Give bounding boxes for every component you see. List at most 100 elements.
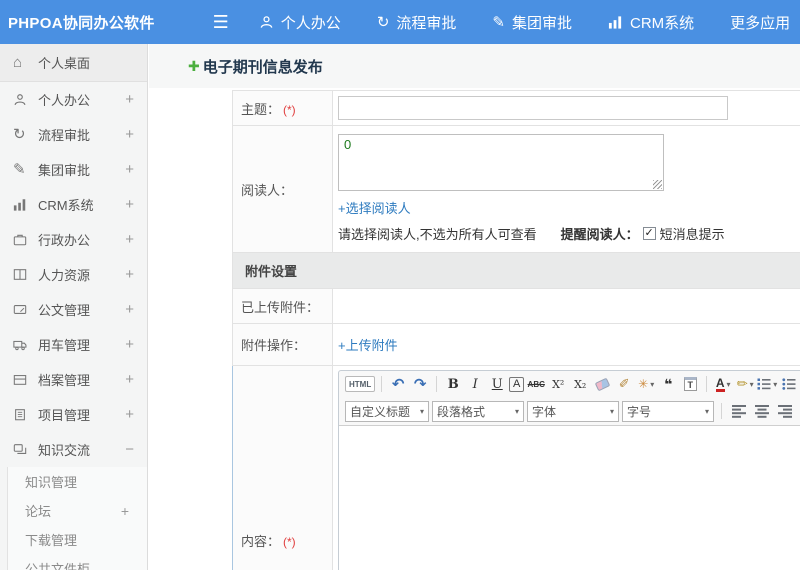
caret-down-icon: ▾ [704, 406, 709, 416]
resize-grip-icon[interactable] [653, 180, 662, 189]
sidebar: ⌂ 个人桌面 个人办公 + ↻ 流程审批 + ✎ 集团审批 + CRM系统 + … [0, 44, 148, 570]
unordered-list-button[interactable] [779, 374, 799, 394]
toolbar-separator [381, 376, 383, 392]
highlighter-icon: ✏ [736, 376, 748, 391]
expand-toggle[interactable]: + [121, 503, 129, 519]
subject-row: 主题： (*) [232, 90, 800, 126]
subject-label: 主题： [241, 101, 281, 117]
align-left-button[interactable] [729, 401, 749, 421]
sms-checkbox[interactable]: ✓ [642, 227, 656, 240]
italic-button[interactable]: I [465, 374, 485, 394]
readers-textarea[interactable]: 0 [338, 134, 664, 191]
main-content: ✚ 电子期刊信息发布 主题： (*) 阅读人： 0 +选择阅读人 请选择阅读人,… [149, 44, 800, 570]
blockquote-button[interactable]: ❝ [658, 374, 678, 394]
sidebar-item-project-mgmt[interactable]: 项目管理 + [0, 397, 147, 432]
expand-toggle[interactable]: + [125, 371, 134, 388]
magic-wand-icon: ✳ [638, 377, 649, 391]
readers-label: 阅读人： [241, 182, 294, 198]
nav-item-label: 个人办公 [280, 14, 341, 32]
eraser-icon [594, 377, 611, 391]
attachment-operation-row: 附件操作： +上传附件 [232, 323, 800, 366]
nav-item-group-approval[interactable]: ✎ 集团审批 [492, 12, 572, 33]
expand-toggle[interactable]: + [125, 196, 134, 213]
sidebar-item-admin-office[interactable]: 行政办公 + [0, 222, 147, 257]
editor-body[interactable] [339, 425, 800, 570]
format-painter-button[interactable]: ✐ [614, 374, 634, 394]
subject-input[interactable] [338, 96, 728, 120]
content-row: 内容： (*) HTML ↶ ↷ B I U A ABC X² X₂ ✐ ✳ ▾… [232, 365, 800, 570]
custom-heading-select[interactable]: 自定义标题 ▾ [345, 400, 429, 422]
expand-toggle[interactable]: + [125, 126, 134, 143]
caret-down-icon: ▾ [773, 379, 778, 389]
sidebar-item-label: 知识交流 [38, 443, 91, 458]
sidebar-item-personal-office[interactable]: 个人办公 + [0, 82, 147, 117]
collapse-toggle[interactable]: − [125, 441, 134, 458]
nav-item-label: 更多应用 [730, 14, 791, 32]
sidebar-item-personal-desktop[interactable]: ⌂ 个人桌面 [0, 44, 147, 82]
paste-text-icon: T [683, 377, 697, 391]
paragraph-format-select[interactable]: 段落格式 ▾ [432, 400, 524, 422]
sidebar-subitem-download-mgmt[interactable]: 下载管理 [8, 525, 147, 554]
sidebar-item-group-approval[interactable]: ✎ 集团审批 + [0, 152, 147, 187]
required-mark: (*) [283, 102, 296, 117]
font-size-select[interactable]: 字号 ▾ [622, 400, 714, 422]
uploaded-attachments-label: 已上传附件： [241, 299, 320, 315]
expand-toggle[interactable]: + [125, 406, 134, 423]
expand-toggle[interactable]: + [125, 91, 134, 108]
sidebar-subitem-knowledge-mgmt[interactable]: 知识管理 [8, 467, 147, 496]
top-nav-menu: 个人办公 ↻ 流程审批 ✎ 集团审批 CRM系统 更多应用 ▼ [259, 12, 800, 33]
strikethrough-button[interactable]: ABC [526, 374, 546, 394]
autoformat-button[interactable]: ✳ ▾ [636, 374, 656, 394]
toolbar-separator [721, 403, 722, 419]
expand-toggle[interactable]: + [125, 336, 134, 353]
sidebar-subitem-public-file-cabinet[interactable]: 公共文件柜 [8, 554, 147, 570]
ordered-list-button[interactable]: ▾ [757, 374, 777, 394]
redo-button[interactable]: ↷ [410, 374, 430, 394]
underline-button[interactable]: U [487, 374, 507, 394]
ordered-list-icon [757, 378, 771, 390]
nav-item-crm[interactable]: CRM系统 [608, 12, 694, 33]
align-left-icon [731, 404, 746, 418]
sidebar-subitem-forum[interactable]: 论坛 + [8, 496, 147, 525]
expand-toggle[interactable]: + [125, 231, 134, 248]
nav-item-workflow-approval[interactable]: ↻ 流程审批 [377, 12, 457, 33]
archive-box-icon [13, 373, 38, 386]
caret-down-icon: ▾ [419, 406, 424, 416]
sidebar-item-workflow-approval[interactable]: ↻ 流程审批 + [0, 117, 147, 152]
choose-readers-link[interactable]: +选择阅读人 [338, 198, 411, 217]
select-value: 段落格式 [437, 404, 486, 419]
undo-button[interactable]: ↶ [388, 374, 408, 394]
sidebar-item-archive-mgmt[interactable]: 档案管理 + [0, 362, 147, 397]
expand-toggle[interactable]: + [125, 161, 134, 178]
upload-attachment-link[interactable]: +上传附件 [338, 335, 398, 354]
editor-toolbar-row2: 自定义标题 ▾ 段落格式 ▾ 字体 ▾ 字号 ▾ [339, 397, 800, 425]
unordered-list-icon [782, 378, 796, 390]
sidebar-item-document-mgmt[interactable]: 公文管理 + [0, 292, 147, 327]
nav-item-more-apps[interactable]: 更多应用 ▼ [730, 12, 800, 33]
sidebar-item-vehicle-mgmt[interactable]: 用车管理 + [0, 327, 147, 362]
align-center-button[interactable] [752, 401, 772, 421]
bar-chart-icon [13, 198, 38, 211]
expand-toggle[interactable]: + [125, 301, 134, 318]
align-right-button[interactable] [775, 401, 795, 421]
expand-toggle[interactable]: + [125, 266, 134, 283]
highlight-color-button[interactable]: ✏ ▾ [735, 374, 755, 394]
hamburger-menu-icon[interactable]: ☰ [213, 13, 229, 31]
bold-button[interactable]: B [443, 374, 463, 394]
html-source-button[interactable]: HTML [345, 376, 376, 392]
eraser-button[interactable] [592, 374, 612, 394]
sidebar-subitem-label: 知识管理 [25, 475, 78, 490]
sidebar-item-crm[interactable]: CRM系统 + [0, 187, 147, 222]
superscript-button[interactable]: X² [548, 374, 568, 394]
caret-down-icon: ▾ [726, 379, 731, 389]
sidebar-item-knowledge-exchange[interactable]: 知识交流 − [0, 432, 147, 467]
font-style-box-button[interactable]: A [509, 376, 525, 392]
nav-item-personal-office[interactable]: 个人办公 [259, 12, 341, 33]
font-family-select[interactable]: 字体 ▾ [527, 400, 619, 422]
sidebar-item-label: 个人桌面 [38, 56, 91, 71]
person-icon [13, 93, 38, 107]
sidebar-item-hr[interactable]: 人力资源 + [0, 257, 147, 292]
subscript-button[interactable]: X₂ [570, 374, 590, 394]
font-color-button[interactable]: A ▾ [713, 374, 733, 394]
paste-as-text-button[interactable]: T [680, 374, 700, 394]
